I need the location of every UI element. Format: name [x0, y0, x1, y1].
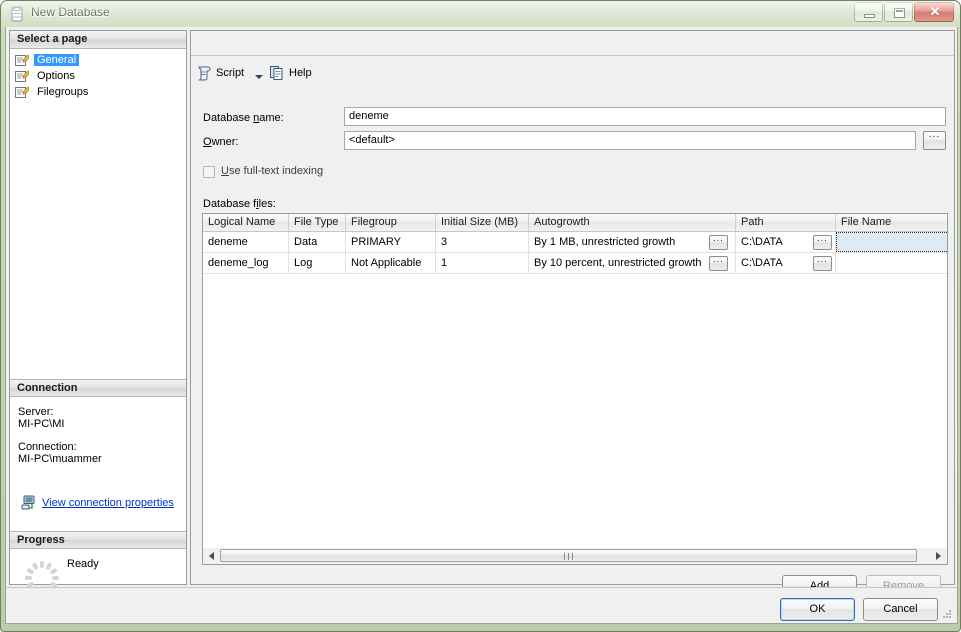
sidebar-item-general[interactable]: General [14, 53, 80, 68]
database-icon [11, 6, 23, 22]
autogrowth-browse-label: ... [713, 254, 724, 264]
database-files-grid: Logical Name File Type Filegroup Initial… [202, 213, 948, 563]
cell-autogrowth[interactable]: By 1 MB, unrestricted growth [529, 232, 736, 252]
column-header-logical-name[interactable]: Logical Name [203, 214, 289, 231]
sidebar-item-filegroups[interactable]: Filegroups [14, 85, 91, 100]
cell-autogrowth[interactable]: By 10 percent, unrestricted growth [529, 253, 736, 273]
use-full-text-indexing-label: Use full-text indexing [221, 165, 324, 177]
title-bar: New Database ✕ [1, 1, 960, 27]
cell-filegroup[interactable]: PRIMARY [346, 232, 436, 252]
close-icon: ✕ [929, 4, 941, 19]
grid-horizontal-scrollbar[interactable] [202, 548, 948, 565]
maximize-icon [894, 8, 905, 18]
scroll-right-button[interactable] [931, 548, 947, 563]
progress-header: Progress [10, 531, 186, 549]
database-name-input[interactable]: deneme [344, 107, 946, 126]
autogrowth-browse-button[interactable]: ... [709, 254, 728, 271]
autogrowth-browse-label: ... [713, 233, 724, 243]
sidebar-item-general-label: General [34, 54, 80, 66]
chevron-left-icon [209, 552, 214, 560]
cell-file-type[interactable]: Data [289, 232, 346, 252]
minimize-button[interactable] [854, 2, 883, 22]
new-database-dialog-window: New Database ✕ Select a page General Opt… [0, 0, 961, 632]
server-value: MI-PC\MI [18, 418, 65, 430]
close-button[interactable]: ✕ [914, 2, 954, 22]
cell-initial-size[interactable]: 1 [436, 253, 529, 273]
cell-logical-name[interactable]: deneme_log [203, 253, 289, 273]
ok-button[interactable]: OK [780, 598, 855, 621]
cell-file-name[interactable] [836, 253, 947, 273]
owner-label: Owner: [203, 136, 239, 148]
select-a-page-header: Select a page [10, 31, 186, 49]
connection-properties-icon [21, 495, 35, 510]
connection-value: MI-PC\muammer [18, 453, 102, 465]
cell-file-type[interactable]: Log [289, 253, 346, 273]
page-script-icon [15, 86, 29, 98]
help-button-label: Help [289, 67, 312, 79]
column-header-path[interactable]: Path [736, 214, 836, 231]
sidebar-item-filegroups-label: Filegroups [37, 86, 89, 98]
cell-filegroup[interactable]: Not Applicable [346, 253, 436, 273]
page-script-icon [15, 54, 29, 66]
script-icon [198, 66, 211, 81]
path-browse-label: ... [817, 254, 828, 264]
cell-initial-size[interactable]: 3 [436, 232, 529, 252]
page-toolbar [191, 31, 954, 56]
sidebar-item-options[interactable]: Options [14, 69, 78, 84]
window-title: New Database [31, 5, 110, 19]
sidebar-item-options-label: Options [37, 70, 75, 82]
cell-logical-name[interactable]: deneme [203, 232, 289, 252]
column-header-autogrowth[interactable]: Autogrowth [529, 214, 736, 231]
dialog-client-area: Select a page General Options Filegroups… [5, 27, 958, 624]
progress-status-text: Ready [67, 558, 99, 570]
owner-input[interactable]: <default> [344, 131, 916, 150]
script-button[interactable]: Script [196, 64, 244, 82]
resize-grip-icon[interactable] [941, 608, 953, 620]
scroll-left-button[interactable] [203, 548, 219, 563]
scrollbar-thumb[interactable] [220, 549, 917, 562]
autogrowth-browse-button[interactable]: ... [709, 233, 728, 250]
chevron-right-icon [936, 552, 941, 560]
script-button-label: Script [216, 67, 245, 79]
column-header-initial-size[interactable]: Initial Size (MB) [436, 214, 529, 231]
dialog-footer: OK Cancel [6, 587, 957, 623]
cell-file-name[interactable] [836, 232, 947, 252]
database-files-label: Database files: [203, 198, 276, 210]
table-row[interactable]: deneme Data PRIMARY 3 By 1 MB, unrestric… [203, 232, 947, 253]
page-script-icon [15, 70, 29, 82]
column-header-file-type[interactable]: File Type [289, 214, 346, 231]
help-button[interactable]: Help [269, 64, 312, 82]
column-header-filegroup[interactable]: Filegroup [346, 214, 436, 231]
script-dropdown-arrow-icon[interactable] [255, 75, 263, 79]
owner-browse-label: ... [928, 129, 941, 140]
maximize-button[interactable] [884, 2, 913, 22]
path-browse-button[interactable]: ... [813, 233, 832, 250]
use-full-text-indexing-checkbox[interactable] [203, 166, 215, 178]
path-browse-button[interactable]: ... [813, 254, 832, 271]
cancel-button[interactable]: Cancel [863, 598, 938, 621]
column-header-file-name[interactable]: File Name [836, 214, 947, 231]
connection-label: Connection: [18, 441, 77, 453]
view-connection-properties-link[interactable]: View connection properties [42, 497, 174, 509]
owner-browse-button[interactable]: ... [923, 129, 946, 150]
left-pane: Select a page General Options Filegroups… [9, 30, 187, 595]
help-icon [270, 66, 283, 80]
path-browse-label: ... [817, 233, 828, 243]
grid-header-row: Logical Name File Type Filegroup Initial… [203, 214, 947, 232]
table-row[interactable]: deneme_log Log Not Applicable 1 By 10 pe… [203, 253, 947, 274]
scrollbar-grip-icon [563, 553, 574, 560]
connection-header: Connection [10, 379, 186, 397]
minimize-icon [864, 14, 875, 18]
database-name-label: Database name: [203, 112, 284, 124]
server-label: Server: [18, 406, 54, 418]
